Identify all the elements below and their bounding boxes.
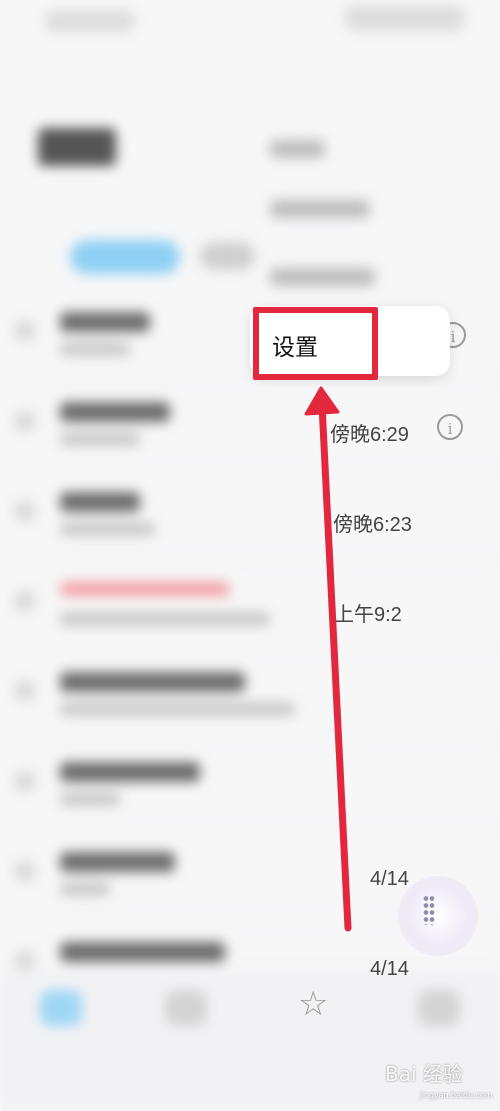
- avatar: [14, 860, 36, 882]
- status-bar-left: [45, 10, 135, 32]
- avatar: [14, 320, 36, 342]
- list-item[interactable]: [0, 560, 500, 650]
- watermark-logo: Bai 经验: [385, 1062, 463, 1086]
- message-time: 上午9:2: [334, 604, 402, 626]
- nav-contacts-icon[interactable]: [165, 990, 207, 1026]
- menu-item[interactable]: [270, 268, 375, 286]
- avatar: [14, 410, 36, 432]
- watermark-url: jingyan.baidu.com: [420, 1090, 493, 1100]
- filter-chip-active[interactable]: [70, 240, 180, 274]
- menu-item[interactable]: [270, 140, 325, 158]
- list-item-title: [60, 672, 245, 692]
- nav-more-icon[interactable]: [418, 990, 460, 1026]
- menu-item[interactable]: [270, 200, 370, 218]
- list-item[interactable]: [0, 470, 500, 560]
- list-item-title: [60, 492, 140, 512]
- dial-pad-icon: [423, 895, 435, 925]
- message-time: 傍晚6:29: [330, 424, 409, 446]
- list-item-title: [60, 762, 200, 782]
- nav-mail-icon[interactable]: [40, 990, 82, 1026]
- list-item-title: [60, 942, 225, 962]
- list-item-preview: [60, 522, 155, 536]
- page-title: [38, 128, 116, 166]
- list-item[interactable]: [0, 380, 500, 470]
- list-item-preview: [60, 702, 295, 716]
- message-time: 4/14: [370, 958, 409, 980]
- avatar: [14, 770, 36, 792]
- list-item-preview: [60, 612, 270, 626]
- list-item-preview: [60, 432, 140, 446]
- avatar: [14, 680, 36, 702]
- list-item-title: [60, 402, 170, 422]
- floating-dial-button[interactable]: [398, 876, 478, 956]
- status-bar-right: [345, 5, 465, 31]
- star-icon[interactable]: ☆: [298, 984, 328, 1024]
- list-item[interactable]: [0, 650, 500, 740]
- message-time: 傍晚6:23: [333, 514, 412, 536]
- list-item-preview: [60, 882, 110, 896]
- filter-chip[interactable]: [200, 242, 255, 270]
- avatar: [14, 590, 36, 612]
- list-item-title: [60, 582, 230, 596]
- avatar: [14, 950, 36, 972]
- list-item-preview: [60, 792, 120, 806]
- list-item[interactable]: [0, 740, 500, 830]
- avatar: [14, 500, 36, 522]
- list-item-title: [60, 312, 150, 332]
- list-item-title: [60, 852, 175, 872]
- message-time: 4/14: [370, 868, 409, 890]
- highlight-box: [253, 307, 378, 380]
- info-icon[interactable]: i: [437, 414, 463, 440]
- list-item-preview: [60, 342, 130, 356]
